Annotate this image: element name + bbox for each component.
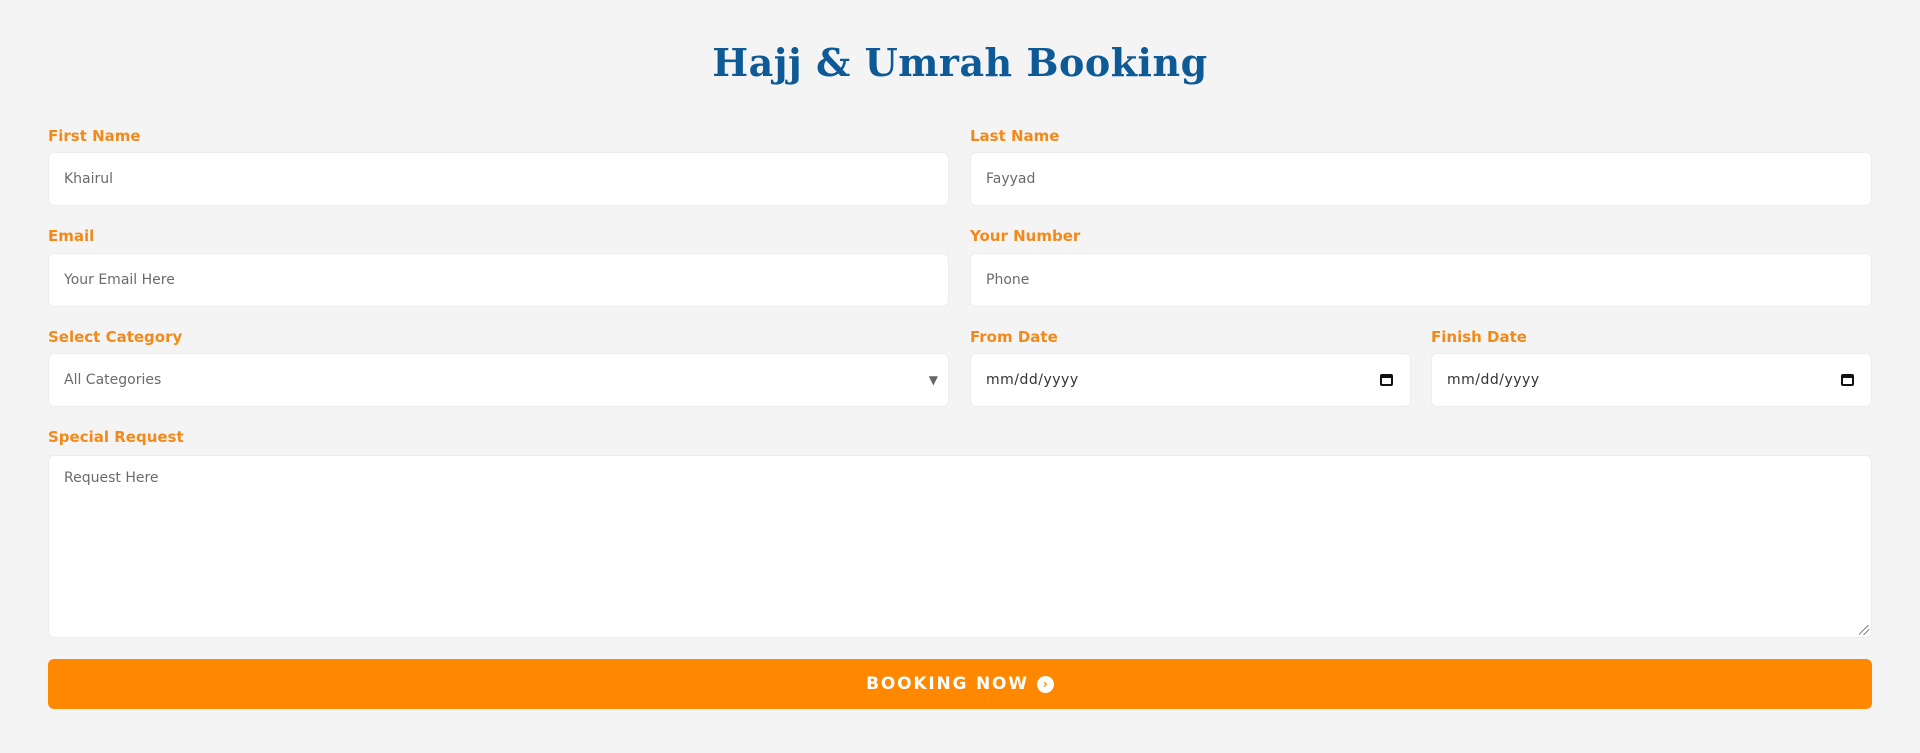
first-name-input[interactable]: Khairul [48, 152, 949, 206]
last-name-input[interactable]: Fayyad [970, 152, 1872, 206]
calendar-icon[interactable] [1841, 374, 1854, 386]
special-request-placeholder: Request Here [64, 470, 159, 486]
special-request-textarea[interactable]: Request Here [48, 455, 1872, 638]
finish-date-label: Finish Date [1431, 328, 1527, 346]
calendar-icon[interactable] [1380, 374, 1393, 386]
last-name-label: Last Name [970, 127, 1060, 145]
booking-page: Hajj & Umrah Booking First Name Khairul … [0, 0, 1920, 753]
dropdown-arrow-icon: ▼ [928, 373, 938, 387]
finish-date-placeholder: mm/dd/yyyy [1447, 372, 1540, 388]
from-date-label: From Date [970, 328, 1058, 346]
phone-input[interactable]: Phone [970, 253, 1872, 307]
first-name-label: First Name [48, 127, 141, 145]
booking-now-button[interactable]: BOOKING NOW › [48, 659, 1872, 709]
category-select[interactable]: All Categories ▼ [48, 353, 949, 407]
number-label: Your Number [970, 227, 1081, 245]
from-date-placeholder: mm/dd/yyyy [986, 372, 1079, 388]
category-label: Select Category [48, 328, 183, 346]
from-date-input[interactable]: mm/dd/yyyy [970, 353, 1411, 407]
email-placeholder: Your Email Here [64, 272, 175, 288]
last-name-value: Fayyad [986, 171, 1036, 187]
chevron-right-circle-icon: › [1036, 675, 1054, 693]
booking-now-label: BOOKING NOW [866, 674, 1029, 694]
page-title: Hajj & Umrah Booking [712, 40, 1208, 85]
first-name-value: Khairul [64, 171, 114, 187]
special-request-label: Special Request [48, 428, 184, 446]
email-label: Email [48, 227, 95, 245]
finish-date-input[interactable]: mm/dd/yyyy [1431, 353, 1872, 407]
phone-placeholder: Phone [986, 272, 1030, 288]
email-input[interactable]: Your Email Here [48, 253, 949, 307]
resize-handle-icon[interactable] [1859, 625, 1869, 635]
category-selected-value: All Categories [64, 372, 162, 388]
